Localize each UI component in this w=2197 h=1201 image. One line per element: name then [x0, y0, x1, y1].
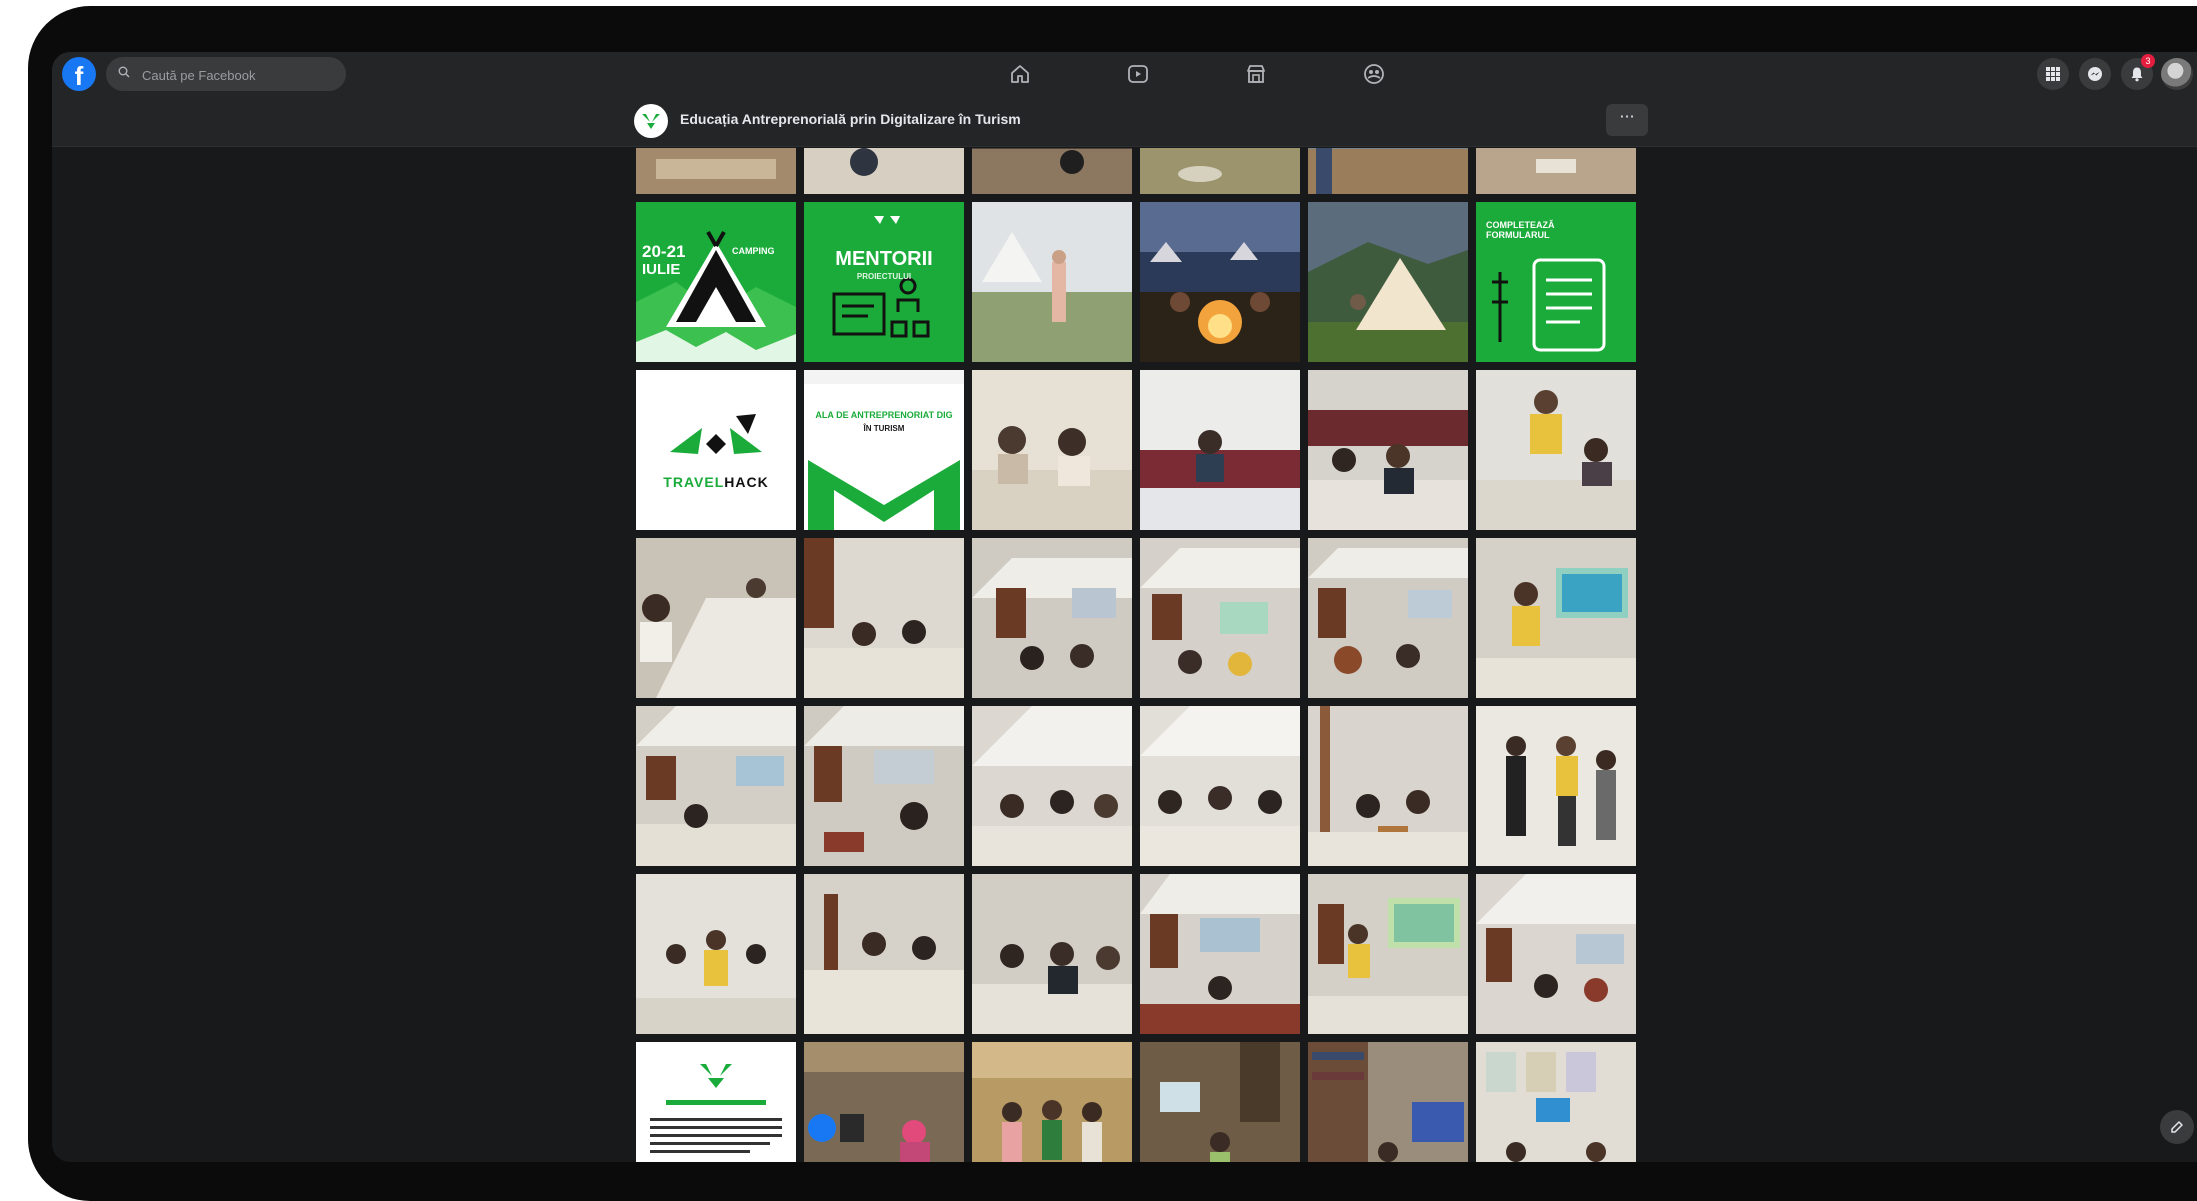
camping-month: IULIE: [642, 261, 681, 278]
photo-tile[interactable]: [972, 370, 1132, 530]
camping-date: 20-21: [642, 242, 686, 261]
photo-tile[interactable]: [1308, 202, 1468, 362]
photo-tile[interactable]: [1140, 370, 1300, 530]
photo-tile[interactable]: [972, 148, 1132, 194]
photo-grid: 20-21 IULIE CAMPING MENTORII PROIECTULUI…: [636, 148, 1644, 1162]
travelhack-word-b: HACK: [724, 474, 769, 490]
photo-tile[interactable]: [1308, 148, 1468, 194]
compose-button[interactable]: [2160, 1110, 2194, 1144]
travelhack-wordmark: TRAVELHACK: [636, 474, 796, 490]
tent-icon: [636, 202, 796, 362]
messenger-icon: [2088, 67, 2102, 81]
photo-tile[interactable]: [636, 874, 796, 1034]
menu-button[interactable]: [2037, 58, 2069, 90]
formular-title: COMPLETEAZĂ FORMULARUL: [1486, 220, 1555, 240]
photo-tile[interactable]: [804, 148, 964, 194]
profile-avatar[interactable]: [2161, 58, 2193, 90]
device-frame: f Caută pe Facebook 3 Educația Antrepren…: [0, 0, 2197, 1201]
menu-grid-icon: [2046, 67, 2060, 81]
photo-tile[interactable]: [1476, 706, 1636, 866]
home-icon[interactable]: [1008, 62, 1032, 86]
photo-tile[interactable]: [636, 148, 796, 194]
photo-tile[interactable]: [636, 1042, 796, 1162]
photo-tile[interactable]: [1476, 874, 1636, 1034]
photo-tile[interactable]: [1140, 1042, 1300, 1162]
scoala-subtitle: ÎN TURISM: [863, 424, 905, 433]
search-icon: [118, 66, 130, 78]
photo-tile[interactable]: [972, 202, 1132, 362]
travelhack-logo-icon: [636, 370, 796, 530]
photo-tile[interactable]: [804, 706, 964, 866]
watch-icon[interactable]: [1126, 62, 1150, 86]
mentorii-title: MENTORII: [835, 248, 933, 270]
photo-tile[interactable]: [972, 874, 1132, 1034]
photo-tile[interactable]: [1308, 538, 1468, 698]
photo-tile[interactable]: [1140, 874, 1300, 1034]
messenger-button[interactable]: [2079, 58, 2111, 90]
notifications-button[interactable]: 3: [2121, 54, 2155, 90]
travelhack-word-a: TRAVEL: [663, 474, 725, 490]
facebook-logo[interactable]: f: [62, 57, 96, 91]
photo-tile[interactable]: [1308, 706, 1468, 866]
mentorii-subtitle: PROIECTULUI: [856, 272, 912, 281]
travelhack-logo-tile[interactable]: TRAVELHACK: [636, 370, 796, 530]
photo-tile[interactable]: [1140, 706, 1300, 866]
page-avatar[interactable]: [634, 104, 668, 138]
photo-tile[interactable]: [1140, 538, 1300, 698]
more-options-button[interactable]: ···: [1606, 104, 1648, 136]
photo-tile[interactable]: [1308, 1042, 1468, 1162]
mentor-presentation-icon: [804, 202, 964, 362]
scoala-title: ALA DE ANTREPRENORIAT DIG: [815, 410, 953, 420]
scoala-poster-tile[interactable]: ALA DE ANTREPRENORIAT DIG ÎN TURISM: [804, 370, 964, 530]
search-input[interactable]: [140, 57, 344, 93]
photo-tile[interactable]: [804, 538, 964, 698]
account-controls: 3: [2037, 52, 2197, 96]
screen: f Caută pe Facebook 3 Educația Antrepren…: [52, 52, 2197, 1162]
photo-tile[interactable]: [1140, 202, 1300, 362]
mentorii-poster-tile[interactable]: MENTORII PROIECTULUI: [804, 202, 964, 362]
top-navigation: f Caută pe Facebook 3: [52, 52, 2197, 97]
m-letter-icon: [804, 370, 964, 530]
photo-tile[interactable]: [1476, 148, 1636, 194]
camping-poster-tile[interactable]: 20-21 IULIE CAMPING: [636, 202, 796, 362]
formular-poster-tile[interactable]: COMPLETEAZĂ FORMULARUL: [1476, 202, 1636, 362]
photo-tile[interactable]: [1476, 1042, 1636, 1162]
photo-tile[interactable]: [1476, 370, 1636, 530]
photo-tile[interactable]: [972, 1042, 1132, 1162]
photo-tile[interactable]: [1140, 148, 1300, 194]
photo-tile[interactable]: [804, 874, 964, 1034]
page-title[interactable]: Educația Antreprenorială prin Digitaliza…: [680, 111, 1021, 127]
photo-tile[interactable]: [636, 538, 796, 698]
photo-tile[interactable]: [972, 538, 1132, 698]
photo-tile[interactable]: [1308, 370, 1468, 530]
photo-tile[interactable]: [804, 1042, 964, 1162]
photo-tile[interactable]: [1476, 538, 1636, 698]
compose-icon: [2171, 1121, 2183, 1133]
photo-tile[interactable]: [636, 706, 796, 866]
camping-label: CAMPING: [732, 246, 775, 256]
page-header: Educația Antreprenorială prin Digitaliza…: [52, 96, 2197, 147]
notification-badge: 3: [2141, 54, 2155, 68]
page-logo-icon: [642, 114, 660, 129]
marketplace-icon[interactable]: [1244, 62, 1268, 86]
groups-icon[interactable]: [1362, 62, 1386, 86]
photo-tile[interactable]: [972, 706, 1132, 866]
photo-tile[interactable]: [1308, 874, 1468, 1034]
bell-icon: [2131, 67, 2143, 82]
search-box[interactable]: [106, 57, 346, 93]
